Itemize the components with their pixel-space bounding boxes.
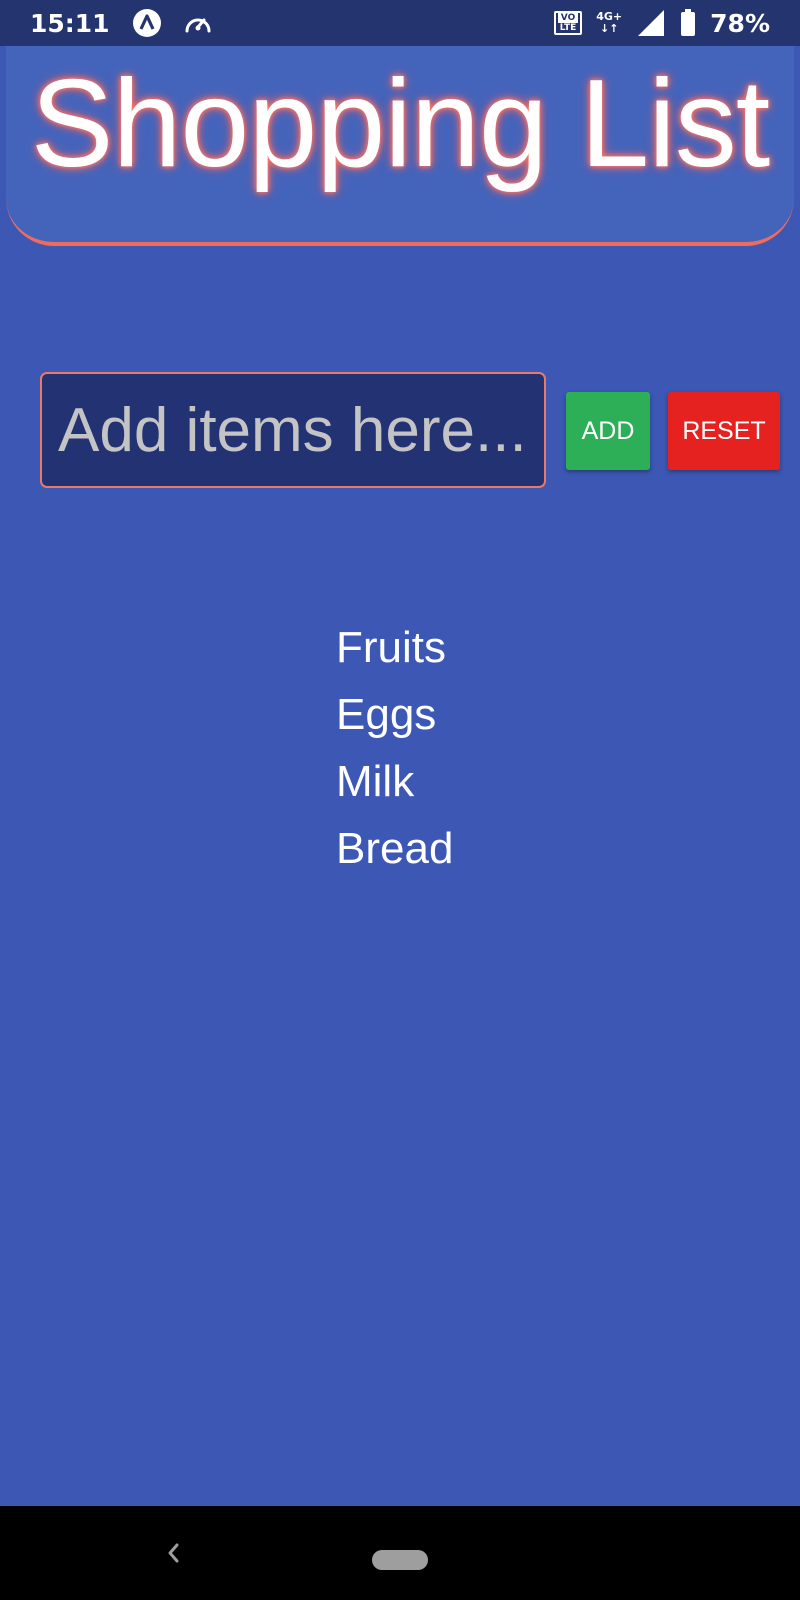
- volte-top-label: VO: [557, 13, 579, 23]
- app-notification-icon: [132, 8, 162, 38]
- status-bar: 15:11 VO LTE 4G+ ↓↑ 78%: [0, 0, 800, 46]
- speed-gauge-icon: [184, 11, 212, 35]
- home-pill-icon[interactable]: [372, 1550, 428, 1570]
- page-title: Shopping List: [30, 55, 770, 193]
- network-4g-icon: 4G+ ↓↑: [596, 11, 622, 35]
- status-left: 15:11: [30, 8, 212, 38]
- app-header: Shopping List: [6, 46, 794, 246]
- add-button[interactable]: ADD: [566, 392, 650, 470]
- list-item: Fruits: [336, 623, 446, 672]
- navigation-bar: [0, 1506, 800, 1600]
- shopping-list: Fruits Eggs Milk Bread: [336, 614, 453, 882]
- item-input[interactable]: [40, 372, 546, 488]
- status-time: 15:11: [30, 8, 110, 38]
- add-item-form: ADD RESET: [40, 372, 780, 488]
- signal-icon: [636, 9, 666, 37]
- status-right: VO LTE 4G+ ↓↑ 78%: [553, 8, 770, 38]
- battery-percent: 78%: [710, 8, 770, 38]
- back-icon[interactable]: [160, 1536, 186, 1570]
- list-item: Bread: [336, 824, 454, 873]
- list-item: Eggs: [336, 690, 437, 739]
- network-arrows: ↓↑: [599, 22, 619, 35]
- volte-bottom-label: LTE: [559, 23, 577, 33]
- volte-icon: VO LTE: [553, 11, 583, 35]
- battery-icon: [680, 9, 696, 37]
- reset-button[interactable]: RESET: [668, 392, 780, 470]
- list-item: Milk: [336, 757, 415, 806]
